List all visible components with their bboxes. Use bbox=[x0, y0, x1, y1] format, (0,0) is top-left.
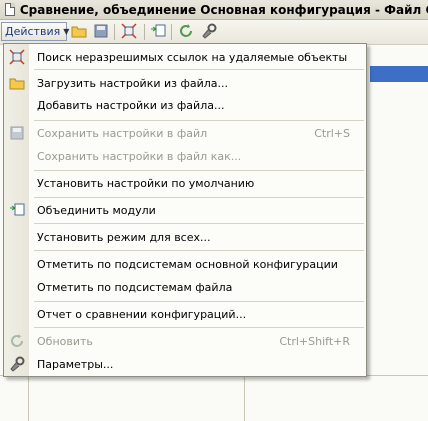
menu-item-label: Сохранить настройки в файл bbox=[37, 126, 208, 140]
menu-item-refresh[interactable]: Обновить Ctrl+Shift+R bbox=[4, 330, 366, 352]
actions-menu-button[interactable]: Действия ▼ bbox=[1, 22, 70, 41]
menu-item-label: Установить режим для всех... bbox=[37, 230, 211, 244]
menu-item-label: Обновить bbox=[37, 334, 93, 348]
wrench-icon bbox=[10, 356, 25, 372]
actions-label: Действия bbox=[5, 25, 61, 38]
menu-item-mark-file-subsystems[interactable]: Отметить по подсистемам файла bbox=[4, 276, 366, 298]
merge-modules-icon[interactable] bbox=[150, 23, 166, 39]
toolbar-separator bbox=[171, 24, 172, 40]
menu-item-label: Отметить по подсистемам основной конфигу… bbox=[37, 257, 338, 271]
menu-item-label: Поиск неразрешимых ссылок на удаляемые о… bbox=[37, 50, 348, 64]
toolbar: Действия ▼ bbox=[0, 20, 428, 45]
menu-item-load-settings[interactable]: Загрузить настройки из файла... bbox=[4, 72, 366, 94]
title-bar: Сравнение, объединение Основная конфигур… bbox=[0, 0, 428, 20]
refresh-icon[interactable] bbox=[178, 23, 194, 39]
menu-item-save-settings[interactable]: Сохранить настройки в файл Ctrl+S bbox=[4, 122, 366, 144]
toolbar-separator bbox=[144, 24, 145, 40]
search-links-icon[interactable] bbox=[121, 23, 137, 39]
tree-selected-row[interactable] bbox=[370, 66, 428, 82]
menu-separator bbox=[34, 170, 364, 171]
window-title: Сравнение, объединение Основная конфигур… bbox=[19, 2, 428, 17]
menu-item-save-settings-as[interactable]: Сохранить настройки в файл как... bbox=[4, 145, 366, 167]
actions-dropdown-menu: Поиск неразрешимых ссылок на удаляемые о… bbox=[3, 43, 367, 377]
save-icon bbox=[10, 126, 24, 140]
toolbar-separator bbox=[114, 24, 115, 40]
chevron-down-icon: ▼ bbox=[63, 27, 70, 36]
menu-item-set-mode-for-all[interactable]: Установить режим для всех... bbox=[4, 226, 366, 248]
menu-separator bbox=[34, 223, 364, 224]
merge-modules-icon bbox=[10, 203, 25, 216]
open-folder-icon bbox=[9, 78, 25, 90]
menu-item-set-default-settings[interactable]: Установить настройки по умолчанию bbox=[4, 172, 366, 194]
menu-item-comparison-report[interactable]: Отчет о сравнении конфигураций... bbox=[4, 303, 366, 325]
open-folder-icon[interactable] bbox=[71, 23, 87, 39]
menu-separator bbox=[34, 197, 364, 198]
menu-item-label: Параметры... bbox=[37, 357, 114, 371]
menu-item-label: Установить настройки по умолчанию bbox=[37, 176, 255, 190]
menu-item-add-settings[interactable]: Добавить настройки из файла... bbox=[4, 94, 366, 116]
menu-item-label: Отметить по подсистемам файла bbox=[37, 280, 233, 294]
grid-divider bbox=[28, 375, 29, 421]
menu-separator bbox=[34, 250, 364, 251]
menu-item-label: Сохранить настройки в файл как... bbox=[37, 149, 242, 163]
menu-item-parameters[interactable]: Параметры... bbox=[4, 353, 366, 375]
grid-divider bbox=[244, 375, 245, 421]
wrench-icon[interactable] bbox=[201, 23, 217, 39]
menu-item-mark-main-subsystems[interactable]: Отметить по подсистемам основной конфигу… bbox=[4, 253, 366, 275]
menu-separator bbox=[34, 120, 364, 121]
search-links-icon bbox=[9, 49, 25, 65]
menu-separator bbox=[34, 301, 364, 302]
menu-item-label: Добавить настройки из файла... bbox=[37, 98, 225, 112]
menu-separator bbox=[34, 69, 364, 70]
menu-item-label: Отчет о сравнении конфигураций... bbox=[37, 307, 247, 321]
menu-separator bbox=[34, 327, 364, 328]
menu-item-label: Загрузить настройки из файла... bbox=[37, 76, 229, 90]
menu-item-label: Объединить модули bbox=[37, 203, 156, 217]
menu-item-shortcut: Ctrl+S bbox=[314, 126, 350, 140]
save-icon[interactable] bbox=[93, 23, 109, 39]
menu-item-shortcut: Ctrl+Shift+R bbox=[279, 334, 350, 348]
menu-item-find-unresolved-links[interactable]: Поиск неразрешимых ссылок на удаляемые о… bbox=[4, 46, 366, 68]
refresh-icon bbox=[11, 334, 23, 347]
document-icon bbox=[5, 3, 15, 16]
menu-item-merge-modules[interactable]: Объединить модули bbox=[4, 199, 366, 221]
